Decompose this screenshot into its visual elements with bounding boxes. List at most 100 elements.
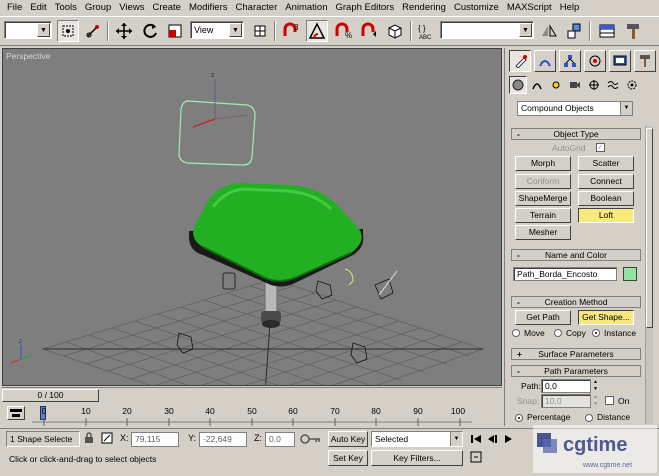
object-category-select[interactable]: Compound Objects ▼ xyxy=(517,101,633,116)
get-shape-button[interactable]: Get Shape... xyxy=(578,310,634,325)
scrollbar-thumb[interactable] xyxy=(646,128,653,328)
utilities-tab[interactable] xyxy=(634,50,656,72)
layer-manager-button[interactable] xyxy=(596,20,618,42)
spinner-snap-button[interactable] xyxy=(358,20,380,42)
shapes-icon xyxy=(532,83,542,90)
track-bar[interactable]: 0 10 20 30 40 50 60 70 80 90 100 xyxy=(2,404,502,430)
perspective-viewport[interactable]: Perspective z z xyxy=(2,48,502,386)
menu-customize[interactable]: Customize xyxy=(450,0,503,16)
menu-file[interactable]: File xyxy=(3,0,26,16)
prompt-line: Click or click-and-drag to select object… xyxy=(6,452,322,468)
copy-radio[interactable] xyxy=(554,329,562,337)
menu-modifiers[interactable]: Modifiers xyxy=(185,0,232,16)
curve-editor-button[interactable] xyxy=(622,20,644,42)
set-key-button[interactable]: Set Key xyxy=(328,450,368,466)
stool-seat xyxy=(193,183,362,281)
menu-character[interactable]: Character xyxy=(232,0,282,16)
mesher-button[interactable]: Mesher xyxy=(515,225,571,240)
reference-coordinate-select[interactable]: View ▼ xyxy=(190,21,244,39)
helpers-button[interactable] xyxy=(585,76,603,94)
named-selection-button[interactable] xyxy=(384,20,406,42)
key-mode-select[interactable]: Selected ▼ xyxy=(371,431,463,447)
distance-radio[interactable] xyxy=(585,414,593,422)
morph-button[interactable]: Morph xyxy=(515,156,571,171)
display-tab[interactable] xyxy=(609,50,631,72)
y-coordinate-input[interactable]: -22,649 xyxy=(199,432,247,447)
key-filters-button[interactable]: Key Filters... xyxy=(371,450,463,466)
motion-tab[interactable] xyxy=(584,50,606,72)
menu-maxscript[interactable]: MAXScript xyxy=(503,0,556,16)
select-rotate-button[interactable] xyxy=(139,20,161,42)
systems-button[interactable] xyxy=(623,76,641,94)
snap-on-checkbox[interactable] xyxy=(605,396,614,405)
key-icon[interactable] xyxy=(300,434,322,446)
surface-parameters-rollout-header[interactable]: + Surface Parameters xyxy=(511,348,641,360)
key-mode-toggle-icon[interactable] xyxy=(470,451,482,465)
tick-label: 30 xyxy=(164,406,174,416)
menu-group[interactable]: Group xyxy=(81,0,115,16)
object-type-rollout-header[interactable]: - Object Type xyxy=(511,128,641,140)
spinner-icon[interactable]: ▲ ▼ xyxy=(591,394,600,408)
space-warps-button[interactable] xyxy=(604,76,622,94)
hierarchy-tab[interactable] xyxy=(559,50,581,72)
command-panel-scrollbar[interactable] xyxy=(645,126,653,424)
geometry-button[interactable] xyxy=(509,76,527,94)
menu-tools[interactable]: Tools xyxy=(51,0,81,16)
menu-create[interactable]: Create xyxy=(148,0,185,16)
move-radio[interactable] xyxy=(512,329,520,337)
undo-history-select[interactable]: ▼ xyxy=(4,21,52,39)
path-value-input[interactable]: 0,0 xyxy=(541,379,591,393)
previous-frame-icon[interactable] xyxy=(486,433,498,447)
snap-value-input[interactable]: 10,0 xyxy=(541,394,591,408)
select-scale-button[interactable] xyxy=(164,20,186,42)
menu-animation[interactable]: Animation xyxy=(281,0,331,16)
loft-button[interactable]: Loft xyxy=(578,208,634,223)
shapemerge-button[interactable]: ShapeMerge xyxy=(515,191,571,206)
time-slider[interactable]: 0 / 100 xyxy=(2,387,502,403)
go-to-start-icon[interactable] xyxy=(470,433,482,447)
shapes-button[interactable] xyxy=(528,76,546,94)
x-coordinate-input[interactable]: 79,115 xyxy=(131,432,179,447)
auto-key-button[interactable]: Auto Key xyxy=(328,431,368,447)
percent-snap-button[interactable]: % xyxy=(332,20,354,42)
percentage-radio[interactable] xyxy=(515,414,523,422)
create-tab[interactable] xyxy=(509,50,531,72)
modify-tab[interactable] xyxy=(534,50,556,72)
name-and-color-rollout-header[interactable]: - Name and Color xyxy=(511,249,641,261)
named-selection-set-select[interactable]: ▼ xyxy=(440,21,534,39)
play-icon[interactable] xyxy=(502,433,514,447)
conform-button[interactable]: Conform xyxy=(515,174,571,189)
menu-help[interactable]: Help xyxy=(556,0,584,16)
autogrid-checkbox[interactable]: ✓ xyxy=(596,143,605,152)
menu-edit[interactable]: Edit xyxy=(26,0,50,16)
object-color-swatch[interactable] xyxy=(623,267,637,281)
cameras-button[interactable] xyxy=(566,76,584,94)
boolean-button[interactable]: Boolean xyxy=(578,191,634,206)
menu-views[interactable]: Views xyxy=(115,0,148,16)
lights-button[interactable] xyxy=(547,76,565,94)
menu-rendering[interactable]: Rendering xyxy=(398,0,450,16)
menu-graph-editors[interactable]: Graph Editors xyxy=(331,0,398,16)
object-name-input[interactable]: Path_Borda_Encosto xyxy=(513,267,617,281)
creation-method-rollout-header[interactable]: - Creation Method xyxy=(511,296,641,308)
absolute-mode-icon[interactable] xyxy=(101,432,113,446)
scatter-button[interactable]: Scatter xyxy=(578,156,634,171)
get-path-button[interactable]: Get Path xyxy=(515,310,571,325)
z-coordinate-input[interactable]: 0,0 xyxy=(265,432,295,447)
lock-icon[interactable] xyxy=(84,432,94,446)
instance-radio[interactable] xyxy=(592,329,600,337)
connect-button[interactable]: Connect xyxy=(578,174,634,189)
use-pivot-button[interactable] xyxy=(249,20,271,42)
terrain-button[interactable]: Terrain xyxy=(515,208,571,223)
time-slider-thumb[interactable]: 0 / 100 xyxy=(2,389,99,402)
spinner-icon[interactable]: ▲ ▼ xyxy=(591,379,600,393)
snap-toggle-button[interactable]: 3 xyxy=(280,20,302,42)
mirror-button[interactable] xyxy=(538,20,560,42)
select-move-button[interactable] xyxy=(113,20,135,42)
select-link-button[interactable] xyxy=(82,20,104,42)
edit-named-selection-button[interactable]: { } ABC xyxy=(415,20,437,42)
path-parameters-rollout-header[interactable]: - Path Parameters xyxy=(511,365,641,377)
align-button[interactable] xyxy=(563,20,585,42)
angle-snap-button[interactable] xyxy=(306,20,328,42)
select-object-button[interactable] xyxy=(57,20,79,42)
